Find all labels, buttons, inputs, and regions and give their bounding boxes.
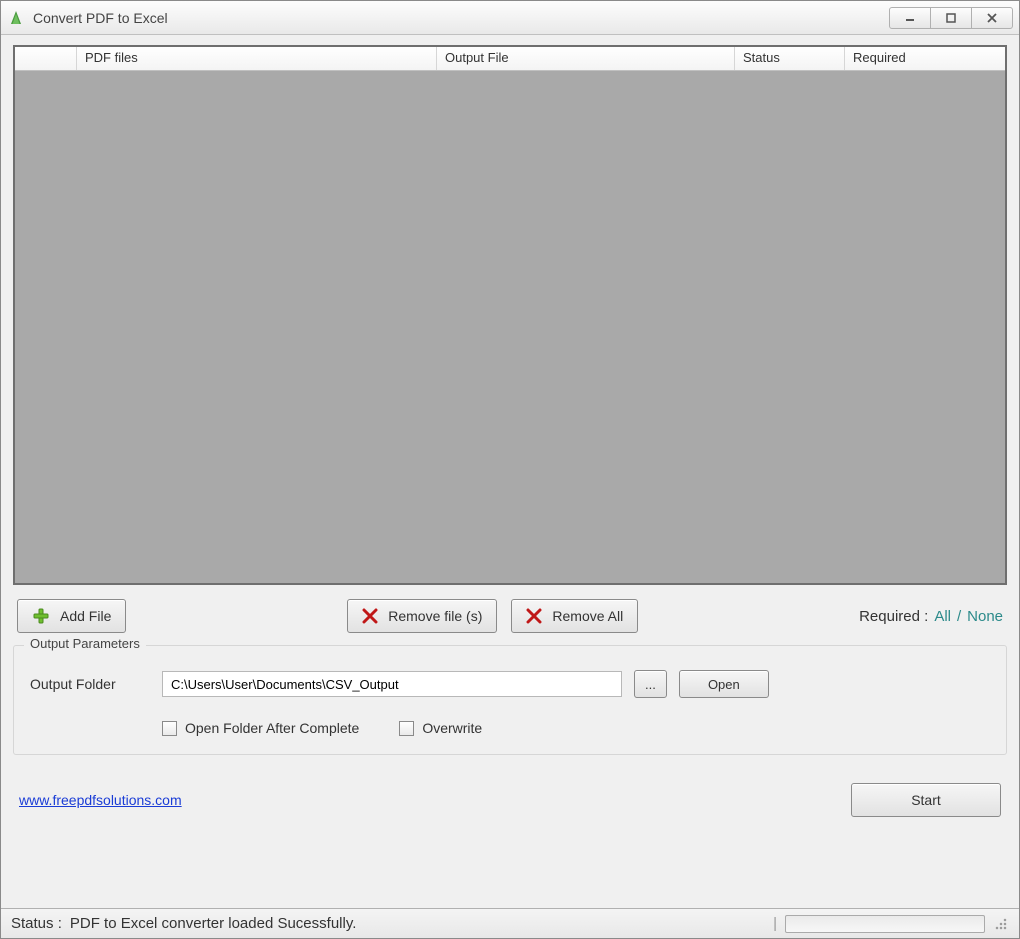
output-parameters-group: Output Parameters Output Folder ... Open…: [13, 645, 1007, 755]
minimize-button[interactable]: [889, 7, 931, 29]
action-row: Add File Remove file (s) Remove All Requ…: [13, 585, 1007, 643]
grid-col-status[interactable]: Status: [735, 47, 845, 70]
grid-col-required[interactable]: Required: [845, 47, 1005, 70]
remove-all-button[interactable]: Remove All: [511, 599, 638, 633]
grid-col-pdf[interactable]: PDF files: [77, 47, 437, 70]
progress-bar: [785, 915, 985, 933]
remove-all-label: Remove All: [552, 608, 623, 624]
app-icon: [7, 9, 25, 27]
add-file-label: Add File: [60, 608, 111, 624]
required-none-link[interactable]: None: [967, 608, 1003, 625]
output-folder-row: Output Folder ... Open: [30, 670, 990, 698]
grid-body[interactable]: [15, 71, 1005, 583]
grid-col-output[interactable]: Output File: [437, 47, 735, 70]
grid-header: PDF files Output File Status Required: [15, 47, 1005, 71]
open-after-label: Open Folder After Complete: [185, 720, 359, 736]
output-folder-input[interactable]: [162, 671, 622, 697]
output-folder-label: Output Folder: [30, 676, 150, 692]
required-filter: Required : All / None: [859, 608, 1003, 625]
resize-grip[interactable]: [993, 916, 1009, 932]
plus-icon: [32, 607, 50, 625]
x-icon: [362, 608, 378, 624]
grid-rowheader-column[interactable]: [15, 47, 77, 70]
overwrite-checkbox[interactable]: Overwrite: [399, 720, 482, 736]
window-controls: [890, 7, 1013, 29]
start-button[interactable]: Start: [851, 783, 1001, 817]
required-separator: /: [957, 608, 961, 625]
statusbar: Status : PDF to Excel converter loaded S…: [1, 908, 1019, 938]
titlebar[interactable]: Convert PDF to Excel: [1, 1, 1019, 35]
remove-files-button[interactable]: Remove file (s): [347, 599, 497, 633]
file-grid[interactable]: PDF files Output File Status Required: [13, 45, 1007, 585]
add-file-button[interactable]: Add File: [17, 599, 126, 633]
bottom-row: www.freepdfsolutions.com Start: [13, 755, 1007, 827]
status-prefix: Status :: [11, 915, 62, 932]
window-title: Convert PDF to Excel: [33, 10, 890, 26]
maximize-button[interactable]: [930, 7, 972, 29]
start-label: Start: [911, 792, 941, 808]
checkbox-icon: [162, 721, 177, 736]
checkbox-row: Open Folder After Complete Overwrite: [162, 720, 990, 736]
open-label: Open: [708, 677, 740, 692]
required-all-link[interactable]: All: [934, 608, 951, 625]
open-folder-button[interactable]: Open: [679, 670, 769, 698]
website-link[interactable]: www.freepdfsolutions.com: [19, 792, 182, 808]
required-label: Required :: [859, 608, 928, 625]
app-window: Convert PDF to Excel PDF files Output Fi…: [0, 0, 1020, 939]
output-group-title: Output Parameters: [24, 636, 146, 651]
client-area: PDF files Output File Status Required Ad…: [1, 35, 1019, 908]
x-icon: [526, 608, 542, 624]
open-after-checkbox[interactable]: Open Folder After Complete: [162, 720, 359, 736]
remove-files-label: Remove file (s): [388, 608, 482, 624]
status-message: PDF to Excel converter loaded Sucessfull…: [70, 915, 765, 932]
browse-button[interactable]: ...: [634, 670, 667, 698]
browse-label: ...: [645, 677, 656, 692]
overwrite-label: Overwrite: [422, 720, 482, 736]
checkbox-icon: [399, 721, 414, 736]
close-button[interactable]: [971, 7, 1013, 29]
